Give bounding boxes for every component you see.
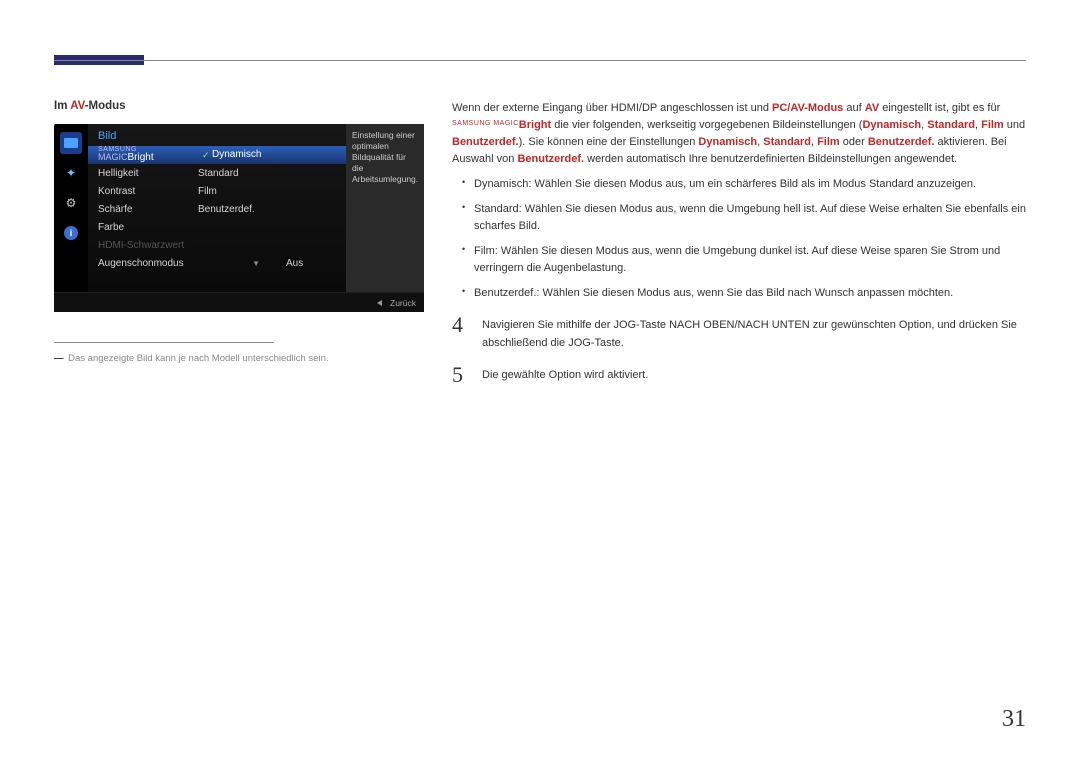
picture-icon[interactable] (60, 132, 82, 154)
left-column: Im AV-Modus ✦ ⚙ i (54, 100, 424, 398)
osd-brand-word: Bright (128, 152, 154, 163)
osd-row-hdmi: HDMI-Schwarzwert (88, 236, 346, 254)
osd-panel: ✦ ⚙ i Bild SAMSUNG MAGICBright (54, 124, 424, 312)
av-mode-heading: Im AV-Modus (54, 100, 424, 112)
osd-option-film[interactable]: Film (198, 186, 274, 197)
osd-row-kontrast[interactable]: Kontrast Film (88, 182, 346, 200)
chevron-down-icon: ▼ (252, 259, 260, 268)
osd-main: Bild SAMSUNG MAGICBright Dynamisch Helli… (88, 124, 346, 292)
page-content: Im AV-Modus ✦ ⚙ i (54, 100, 1026, 398)
footnote: ― Das angezeigte Bild kann je nach Model… (54, 353, 424, 364)
screen-icon[interactable]: ✦ (60, 162, 82, 184)
footnote-text: Das angezeigte Bild kann je nach Modell … (68, 353, 328, 364)
footnote-dash: ― (54, 353, 64, 364)
step-5-number: 5 (452, 364, 468, 386)
osd-brand-mid: MAGIC (98, 152, 128, 162)
osd-body: ✦ ⚙ i Bild SAMSUNG MAGICBright (54, 124, 424, 292)
osd-option-dynamisch[interactable]: Dynamisch (198, 147, 274, 163)
bullet-benutzerdef: Benutzerdef.: Wählen Sie diesen Modus au… (452, 285, 1026, 302)
info-icon[interactable]: i (60, 222, 82, 244)
back-arrow-icon (377, 300, 382, 306)
intro-paragraph: Wenn der externe Eingang über HDMI/DP an… (452, 100, 1026, 168)
step-4-text: Navigieren Sie mithilfe der JOG-Taste NA… (482, 314, 1026, 351)
osd-option-benutzerdef[interactable]: Benutzerdef. (198, 204, 274, 215)
osd-eye-value: Aus (260, 258, 336, 269)
settings-icon[interactable]: ⚙ (60, 192, 82, 214)
osd-row-farbe[interactable]: Farbe (88, 218, 346, 236)
osd-back-label[interactable]: Zurück (390, 298, 416, 308)
osd-option-standard[interactable]: Standard (198, 168, 274, 179)
step-4: 4 Navigieren Sie mithilfe der JOG-Taste … (452, 314, 1026, 351)
step-5: 5 Die gewählte Option wird aktiviert. (452, 364, 1026, 386)
bullet-dynamisch: Dynamisch: Wählen Sie diesen Modus aus, … (452, 176, 1026, 193)
heading-prefix: Im (54, 100, 70, 112)
bullet-film: Film: Wählen Sie diesen Modus aus, wenn … (452, 243, 1026, 277)
header-rule (54, 60, 1026, 61)
osd-info-box: Einstellung einer optimalen Bildqualität… (346, 124, 424, 292)
osd-row-schaerfe[interactable]: Schärfe Benutzerdef. (88, 200, 346, 218)
step-4-number: 4 (452, 314, 468, 351)
footnote-rule (54, 342, 274, 343)
osd-icon-rail: ✦ ⚙ i (54, 124, 88, 292)
osd-footer: Zurück (54, 292, 424, 312)
page-number: 31 (1002, 706, 1026, 733)
osd-title: Bild (88, 124, 346, 146)
osd-row-magicbright[interactable]: SAMSUNG MAGICBright Dynamisch (88, 146, 346, 164)
heading-suffix: -Modus (85, 100, 126, 112)
osd-row-helligkeit[interactable]: Helligkeit Standard (88, 164, 346, 182)
bullet-standard: Standard: Wählen Sie diesen Modus aus, w… (452, 201, 1026, 235)
step-5-text: Die gewählte Option wird aktiviert. (482, 364, 1026, 386)
right-column: Wenn der externe Eingang über HDMI/DP an… (452, 100, 1026, 398)
heading-accent: AV (70, 100, 85, 112)
mode-bullets: Dynamisch: Wählen Sie diesen Modus aus, … (452, 176, 1026, 302)
osd-row-eye[interactable]: Augenschonmodus ▼ Aus (88, 254, 346, 272)
